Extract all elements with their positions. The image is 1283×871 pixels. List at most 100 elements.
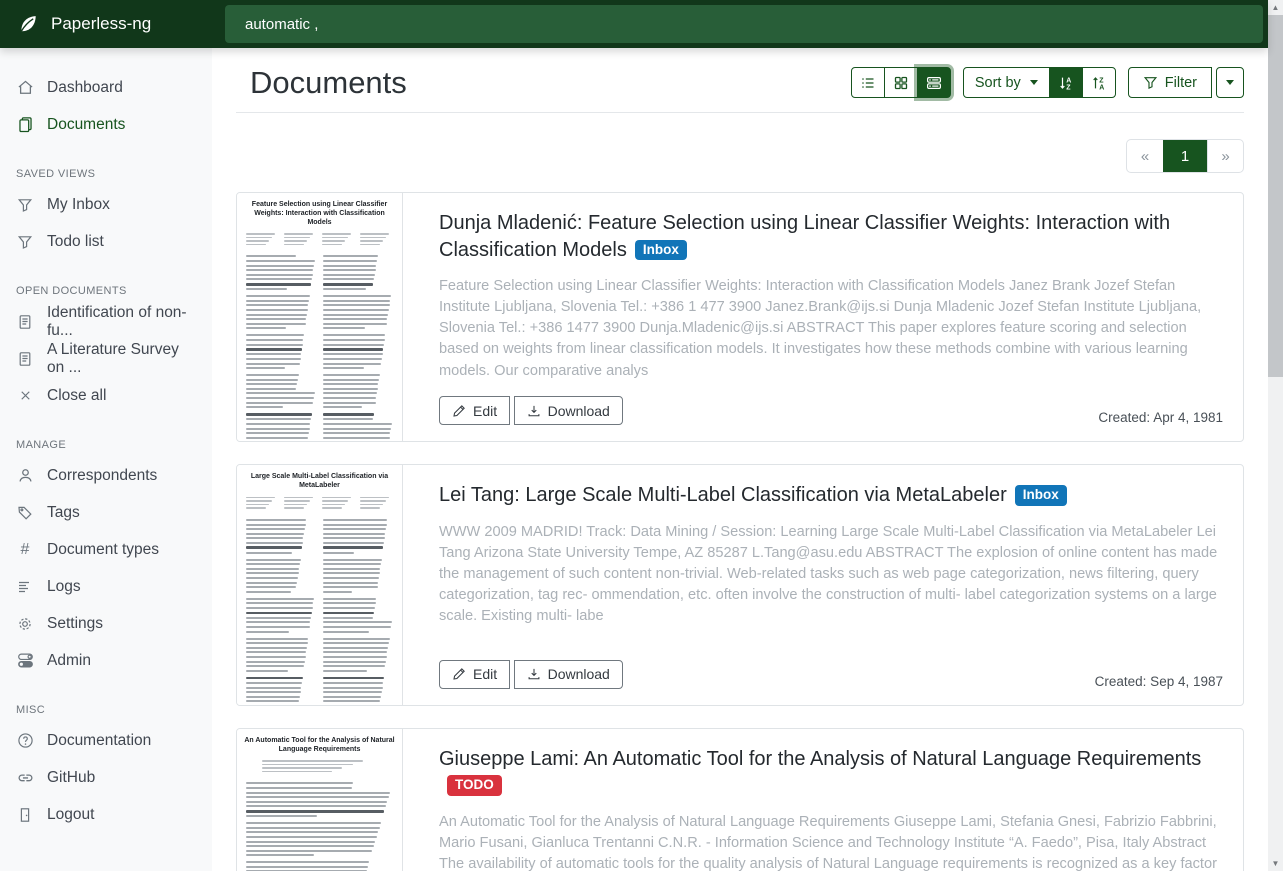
document-card-body: Dunja Mladenić: Feature Selection using … <box>403 193 1243 441</box>
documents-toolbar: Sort by AZ ZA <box>851 67 1244 98</box>
top-navbar: Paperless-ng <box>0 0 1268 48</box>
list-view-button[interactable] <box>851 67 885 98</box>
filter-dropdown-toggle[interactable] <box>1216 67 1244 98</box>
tag-badge-inbox[interactable]: Inbox <box>635 240 687 261</box>
download-icon <box>527 667 541 681</box>
scrollbar-up-arrow[interactable]: ▲ <box>1268 0 1283 15</box>
sidebar-item-settings[interactable]: Settings <box>0 605 212 642</box>
files-icon <box>16 116 34 134</box>
pencil-icon <box>452 404 466 418</box>
sort-ascending-button[interactable]: AZ <box>1049 67 1083 98</box>
document-thumbnail[interactable]: Feature Selection using Linear Classifie… <box>237 193 403 441</box>
filter-group: Filter <box>1128 67 1244 98</box>
app-window: Paperless-ng Dashboard Documents SAVED V… <box>0 0 1268 871</box>
sidebar-item-label: Documentation <box>47 732 151 750</box>
sidebar-item-label: Admin <box>47 652 91 670</box>
document-actions: Edit Download <box>439 660 623 689</box>
details-view-button[interactable] <box>917 67 951 98</box>
sidebar-item-admin[interactable]: Admin <box>0 642 212 679</box>
chevron-down-icon <box>1030 80 1038 85</box>
document-card: Large Scale Multi-Label Classification v… <box>236 464 1244 705</box>
document-excerpt: Feature Selection using Linear Classifie… <box>439 276 1223 382</box>
edit-label: Edit <box>473 403 497 419</box>
edit-button[interactable]: Edit <box>439 396 510 425</box>
created-date: Created: Apr 4, 1981 <box>1098 410 1223 425</box>
link-icon <box>16 769 34 787</box>
pagination-page-1[interactable]: 1 <box>1163 140 1207 172</box>
sidebar-item-github[interactable]: GitHub <box>0 759 212 796</box>
download-label: Download <box>548 666 610 682</box>
brand-title: Paperless-ng <box>51 14 151 34</box>
pagination-next[interactable]: » <box>1207 140 1243 172</box>
document-title-text: Lei Tang: Large Scale Multi-Label Classi… <box>439 484 1007 506</box>
pagination: « 1 » <box>1126 139 1244 173</box>
download-label: Download <box>548 403 610 419</box>
document-thumbnail[interactable]: Large Scale Multi-Label Classification v… <box>237 465 403 704</box>
header-divider <box>236 112 1244 113</box>
sidebar-section-misc: MISC <box>16 704 196 716</box>
sort-alpha-up-icon: ZA <box>1091 75 1107 91</box>
gear-icon <box>16 615 34 633</box>
brand-logo[interactable]: Paperless-ng <box>0 0 212 48</box>
svg-text:Z: Z <box>1066 84 1071 91</box>
document-title[interactable]: Lei Tang: Large Scale Multi-Label Classi… <box>439 482 1223 508</box>
document-actions: Edit Download <box>439 396 623 425</box>
view-toggle-group <box>851 67 951 98</box>
person-icon <box>16 467 34 485</box>
scrollbar-down-arrow[interactable]: ▼ <box>1268 856 1283 871</box>
sort-by-dropdown[interactable]: Sort by <box>963 67 1050 98</box>
sidebar-item-label: Todo list <box>47 233 104 251</box>
download-button[interactable]: Download <box>514 396 623 425</box>
sidebar-section-manage: MANAGE <box>16 439 196 451</box>
grid-view-icon <box>893 75 909 91</box>
scrollbar-thumb[interactable] <box>1268 15 1283 377</box>
sidebar-item-open-doc-2[interactable]: A Literature Survey on ... <box>0 340 212 377</box>
sort-descending-button[interactable]: ZA <box>1082 67 1116 98</box>
sidebar-item-documentation[interactable]: Documentation <box>0 722 212 759</box>
document-thumbnail[interactable]: An Automatic Tool for the Analysis of Na… <box>237 729 403 871</box>
sidebar-item-label: Dashboard <box>47 79 123 97</box>
sidebar-item-tags[interactable]: Tags <box>0 494 212 531</box>
document-title[interactable]: Giuseppe Lami: An Automatic Tool for the… <box>439 746 1223 799</box>
document-title[interactable]: Dunja Mladenić: Feature Selection using … <box>439 210 1223 263</box>
list-view-icon <box>860 75 876 91</box>
sidebar-item-logs[interactable]: Logs <box>0 568 212 605</box>
grid-view-button[interactable] <box>884 67 918 98</box>
sidebar-item-label: My Inbox <box>47 196 110 214</box>
hash-icon: # <box>16 541 34 559</box>
sidebar-item-label: Settings <box>47 615 103 633</box>
file-text-icon <box>16 313 34 331</box>
search-input[interactable] <box>225 5 1263 43</box>
sidebar-item-label: Correspondents <box>47 467 157 485</box>
toggles-icon <box>16 652 34 670</box>
pagination-prev[interactable]: « <box>1127 140 1163 172</box>
sidebar-item-dashboard[interactable]: Dashboard <box>0 69 212 106</box>
page-title: Documents <box>250 64 407 101</box>
sort-group: Sort by AZ ZA <box>963 67 1116 98</box>
sidebar-item-document-types[interactable]: # Document types <box>0 531 212 568</box>
document-excerpt: An Automatic Tool for the Analysis of Na… <box>439 812 1223 871</box>
sidebar-item-close-all[interactable]: Close all <box>0 377 212 414</box>
sidebar-item-logout[interactable]: Logout <box>0 796 212 833</box>
download-button[interactable]: Download <box>514 660 623 689</box>
sidebar-item-open-doc-1[interactable]: Identification of non-fu... <box>0 303 212 340</box>
tag-badge-inbox[interactable]: Inbox <box>1015 485 1067 506</box>
svg-text:A: A <box>1099 84 1104 91</box>
document-card: An Automatic Tool for the Analysis of Na… <box>236 728 1244 871</box>
sidebar-item-my-inbox[interactable]: My Inbox <box>0 186 212 223</box>
door-icon <box>16 806 34 824</box>
sidebar-item-correspondents[interactable]: Correspondents <box>0 457 212 494</box>
sidebar-item-label: Tags <box>47 504 80 522</box>
sidebar-item-documents[interactable]: Documents <box>0 106 212 143</box>
filter-label: Filter <box>1165 75 1197 91</box>
sort-by-label: Sort by <box>975 75 1021 91</box>
sort-alpha-down-icon: AZ <box>1058 75 1074 91</box>
main-content: Documents <box>212 48 1268 871</box>
tag-badge-todo[interactable]: TODO <box>447 775 502 796</box>
sidebar-item-todo-list[interactable]: Todo list <box>0 223 212 260</box>
details-view-icon <box>926 75 942 91</box>
filter-button[interactable]: Filter <box>1128 67 1212 98</box>
sidebar-item-label: Logs <box>47 578 81 596</box>
document-card: Feature Selection using Linear Classifie… <box>236 192 1244 442</box>
edit-button[interactable]: Edit <box>439 660 510 689</box>
